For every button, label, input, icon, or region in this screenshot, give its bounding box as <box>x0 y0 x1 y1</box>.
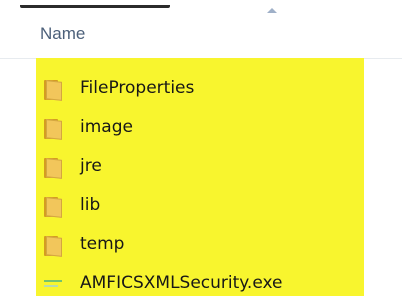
file-row-temp[interactable]: temp <box>36 226 364 264</box>
folder-icon <box>44 80 66 101</box>
sort-ascending-icon[interactable] <box>267 8 277 13</box>
column-header-name[interactable]: Name <box>40 24 85 44</box>
file-name: image <box>80 117 133 137</box>
exe-file-icon <box>44 275 66 295</box>
folder-icon <box>44 158 66 179</box>
file-name: AMFICSXMLSecurity.exe <box>80 273 283 293</box>
folder-icon <box>44 236 66 257</box>
file-name: jre <box>80 156 102 176</box>
file-row-amficsxmlsecurity-exe[interactable]: AMFICSXMLSecurity.exe <box>36 265 364 303</box>
file-row-lib[interactable]: lib <box>36 187 364 225</box>
redaction-mark <box>20 0 170 8</box>
column-header-bar: Name <box>0 0 402 59</box>
file-name: temp <box>80 234 125 254</box>
file-name: lib <box>80 195 101 215</box>
file-name: FileProperties <box>80 78 195 98</box>
file-list: FileProperties image jre lib temp AMFICS… <box>36 58 364 296</box>
file-row-jre[interactable]: jre <box>36 148 364 186</box>
file-row-image[interactable]: image <box>36 109 364 147</box>
folder-icon <box>44 197 66 218</box>
file-row-fileproperties[interactable]: FileProperties <box>36 70 364 108</box>
header-top-strip <box>0 0 402 8</box>
folder-icon <box>44 119 66 140</box>
